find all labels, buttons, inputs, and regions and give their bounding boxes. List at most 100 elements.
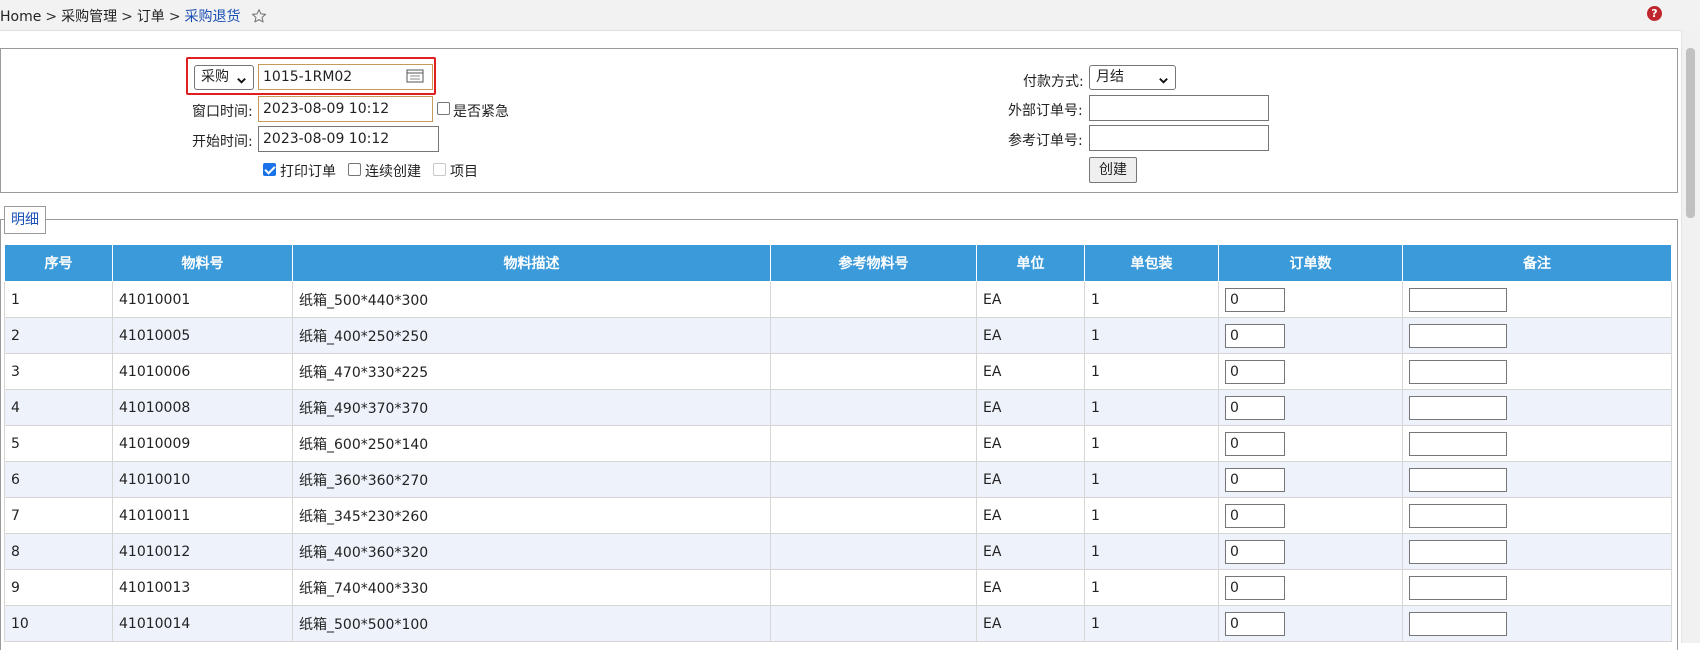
remark-input[interactable] bbox=[1409, 575, 1507, 600]
cell-pack: 1 bbox=[1084, 317, 1219, 354]
calendar-icon[interactable] bbox=[406, 69, 424, 89]
cell-ref-material bbox=[770, 533, 977, 570]
help-icon[interactable]: ? bbox=[1647, 6, 1662, 21]
breadcrumb-purchase-mgmt[interactable]: 采购管理 bbox=[61, 9, 117, 25]
qty-input[interactable]: 0 bbox=[1225, 395, 1285, 420]
remark-input[interactable] bbox=[1409, 611, 1507, 636]
cell-ref-material bbox=[770, 281, 977, 318]
order-type-value: 采购 bbox=[201, 69, 229, 85]
cell-material: 41010013 bbox=[112, 569, 293, 606]
remark-input[interactable] bbox=[1409, 323, 1507, 348]
external-order-label: 外部订单号: bbox=[1008, 103, 1083, 119]
table-row: 3 41010006 纸箱_470*330*225 EA 1 0 bbox=[4, 353, 1672, 390]
cell-no: 8 bbox=[4, 533, 113, 570]
urgent-checkbox[interactable] bbox=[437, 102, 450, 115]
cell-pack: 1 bbox=[1084, 605, 1219, 642]
qty-input[interactable]: 0 bbox=[1225, 431, 1285, 456]
start-time-field[interactable]: 2023-08-09 10:12 bbox=[258, 126, 439, 152]
breadcrumb-current[interactable]: 采购退货 bbox=[185, 9, 241, 25]
col-header-description[interactable]: 物料描述 bbox=[292, 244, 771, 282]
window-time-field[interactable]: 2023-08-09 10:12 bbox=[258, 96, 433, 122]
cell-pack: 1 bbox=[1084, 353, 1219, 390]
cell-unit: EA bbox=[976, 353, 1085, 390]
urgent-label: 是否紧急 bbox=[453, 104, 509, 120]
col-header-ref-material[interactable]: 参考物料号 bbox=[770, 244, 977, 282]
qty-input[interactable]: 0 bbox=[1225, 503, 1285, 528]
project-checkbox[interactable] bbox=[433, 163, 446, 176]
col-header-unit[interactable]: 单位 bbox=[976, 244, 1085, 282]
cell-qty: 0 bbox=[1218, 605, 1403, 642]
table-row: 4 41010008 纸箱_490*370*370 EA 1 0 bbox=[4, 389, 1672, 426]
remark-input[interactable] bbox=[1409, 359, 1507, 384]
cell-remark bbox=[1402, 353, 1672, 390]
cell-description: 纸箱_400*360*320 bbox=[292, 533, 771, 570]
reference-order-field[interactable] bbox=[1089, 125, 1269, 151]
cell-unit: EA bbox=[976, 461, 1085, 498]
print-order-checkbox[interactable] bbox=[263, 163, 276, 176]
cell-no: 5 bbox=[4, 425, 113, 462]
table-row: 2 41010005 纸箱_400*250*250 EA 1 0 bbox=[4, 317, 1672, 354]
scrollbar-thumb[interactable] bbox=[1686, 48, 1695, 218]
col-header-material[interactable]: 物料号 bbox=[112, 244, 293, 282]
remark-input[interactable] bbox=[1409, 539, 1507, 564]
top-bar: Home > 采购管理 > 订单 > 采购退货 ? bbox=[0, 0, 1700, 31]
continuous-create-label: 连续创建 bbox=[365, 164, 421, 180]
cell-material: 41010001 bbox=[112, 281, 293, 318]
star-outline-icon[interactable] bbox=[251, 8, 267, 28]
qty-input[interactable]: 0 bbox=[1225, 575, 1285, 600]
remark-input[interactable] bbox=[1409, 395, 1507, 420]
cell-pack: 1 bbox=[1084, 425, 1219, 462]
col-header-remark[interactable]: 备注 bbox=[1402, 244, 1672, 282]
breadcrumb-order[interactable]: 订单 bbox=[137, 9, 165, 25]
cell-material: 41010012 bbox=[112, 533, 293, 570]
remark-input[interactable] bbox=[1409, 431, 1507, 456]
remark-input[interactable] bbox=[1409, 287, 1507, 312]
cell-no: 9 bbox=[4, 569, 113, 606]
table-row: 6 41010010 纸箱_360*360*270 EA 1 0 bbox=[4, 461, 1672, 498]
cell-no: 6 bbox=[4, 461, 113, 498]
table-row: 10 41010014 纸箱_500*500*100 EA 1 0 bbox=[4, 605, 1672, 642]
order-type-select[interactable]: 采购 bbox=[194, 65, 254, 90]
detail-table: 序号 物料号 物料描述 参考物料号 单位 单包装 订单数 备注 1 4101000… bbox=[4, 244, 1672, 642]
tab-detail[interactable]: 明细 bbox=[4, 206, 46, 234]
col-header-no[interactable]: 序号 bbox=[4, 244, 113, 282]
continuous-create-checkbox[interactable] bbox=[348, 163, 361, 176]
window-time-label: 窗口时间: bbox=[192, 104, 253, 120]
cell-ref-material bbox=[770, 569, 977, 606]
vertical-scrollbar[interactable] bbox=[1681, 30, 1700, 643]
cell-no: 3 bbox=[4, 353, 113, 390]
create-button[interactable]: 创建 bbox=[1089, 157, 1137, 183]
qty-input[interactable]: 0 bbox=[1225, 467, 1285, 492]
qty-input[interactable]: 0 bbox=[1225, 611, 1285, 636]
qty-input[interactable]: 0 bbox=[1225, 287, 1285, 312]
col-header-qty[interactable]: 订单数 bbox=[1218, 244, 1403, 282]
cell-material: 41010009 bbox=[112, 425, 293, 462]
cell-remark bbox=[1402, 497, 1672, 534]
cell-pack: 1 bbox=[1084, 389, 1219, 426]
order-code-field[interactable]: 1015-1RM02 bbox=[258, 64, 433, 90]
payment-method-select[interactable]: 月结 bbox=[1089, 65, 1176, 90]
remark-input[interactable] bbox=[1409, 503, 1507, 528]
qty-input[interactable]: 0 bbox=[1225, 323, 1285, 348]
cell-no: 2 bbox=[4, 317, 113, 354]
qty-input[interactable]: 0 bbox=[1225, 359, 1285, 384]
cell-description: 纸箱_500*500*100 bbox=[292, 605, 771, 642]
cell-ref-material bbox=[770, 317, 977, 354]
breadcrumb-separator: > bbox=[168, 9, 181, 25]
cell-remark bbox=[1402, 569, 1672, 606]
table-row: 1 41010001 纸箱_500*440*300 EA 1 0 bbox=[4, 281, 1672, 318]
qty-input[interactable]: 0 bbox=[1225, 539, 1285, 564]
cell-no: 7 bbox=[4, 497, 113, 534]
external-order-field[interactable] bbox=[1089, 95, 1269, 121]
col-header-pack[interactable]: 单包装 bbox=[1084, 244, 1219, 282]
cell-unit: EA bbox=[976, 533, 1085, 570]
cell-qty: 0 bbox=[1218, 533, 1403, 570]
cell-pack: 1 bbox=[1084, 533, 1219, 570]
remark-input[interactable] bbox=[1409, 467, 1507, 492]
cell-no: 1 bbox=[4, 281, 113, 318]
cell-description: 纸箱_740*400*330 bbox=[292, 569, 771, 606]
cell-remark bbox=[1402, 281, 1672, 318]
breadcrumb-home[interactable]: Home bbox=[0, 9, 41, 25]
order-code-value: 1015-1RM02 bbox=[263, 69, 353, 85]
cell-material: 41010005 bbox=[112, 317, 293, 354]
